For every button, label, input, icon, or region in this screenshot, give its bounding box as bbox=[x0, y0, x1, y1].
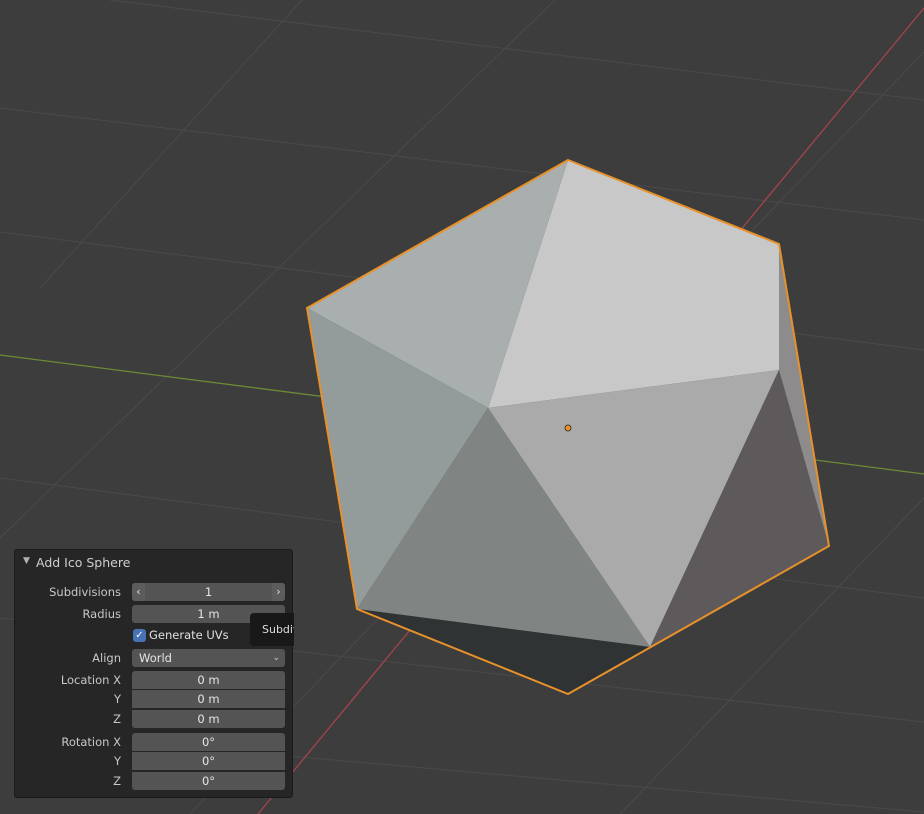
chevron-down-icon: ⌄ bbox=[272, 653, 280, 663]
location-z-value: 0 m bbox=[197, 712, 220, 726]
rotation-z-field[interactable]: 0° bbox=[132, 772, 285, 790]
subdivisions-tooltip: Subdivisions bbox=[250, 613, 294, 646]
rotation-x-field[interactable]: 0° bbox=[132, 733, 285, 751]
subdivisions-stepper[interactable]: ‹ 1 › bbox=[132, 583, 285, 601]
rotation-z-value: 0° bbox=[201, 774, 216, 788]
location-z-label: Z bbox=[113, 712, 121, 726]
radius-label: Radius bbox=[82, 607, 121, 621]
location-y-value: 0 m bbox=[197, 692, 220, 706]
location-x-value: 0 m bbox=[197, 673, 220, 687]
location-y-field[interactable]: 0 m bbox=[132, 690, 285, 708]
operator-panel-add-ico-sphere[interactable]: ▼ Add Ico Sphere Subdivisions ‹ 1 › Radi… bbox=[14, 549, 293, 798]
align-value: World bbox=[139, 651, 172, 665]
panel-title: Add Ico Sphere bbox=[36, 555, 131, 570]
panel-header[interactable]: ▼ Add Ico Sphere bbox=[15, 550, 292, 576]
rotation-y-field[interactable]: 0° bbox=[132, 752, 285, 770]
align-label: Align bbox=[92, 651, 121, 665]
location-x-field[interactable]: 0 m bbox=[132, 671, 285, 689]
subdivisions-value: 1 bbox=[204, 585, 213, 599]
checkmark-icon: ✓ bbox=[135, 630, 144, 641]
location-y-label: Y bbox=[113, 692, 121, 706]
decrement-arrow-icon[interactable]: ‹ bbox=[132, 583, 145, 601]
generate-uvs-label[interactable]: Generate UVs bbox=[149, 628, 229, 642]
increment-arrow-icon[interactable]: › bbox=[272, 583, 285, 601]
generate-uvs-checkbox[interactable]: ✓ bbox=[133, 629, 146, 642]
radius-value: 1 m bbox=[197, 607, 220, 621]
triangle-down-icon[interactable]: ▼ bbox=[23, 556, 30, 566]
rotation-y-label: Y bbox=[113, 754, 121, 768]
rotation-z-label: Z bbox=[113, 774, 121, 788]
location-z-field[interactable]: 0 m bbox=[132, 710, 285, 728]
rotation-y-value: 0° bbox=[201, 754, 216, 768]
object-origin bbox=[564, 424, 572, 432]
subdivisions-label: Subdivisions bbox=[49, 585, 121, 599]
tooltip-text: Subdivisions bbox=[262, 623, 294, 636]
align-dropdown[interactable]: World ⌄ bbox=[132, 649, 285, 667]
location-x-label: Location X bbox=[60, 673, 121, 687]
rotation-x-value: 0° bbox=[201, 735, 216, 749]
rotation-x-label: Rotation X bbox=[61, 735, 121, 749]
